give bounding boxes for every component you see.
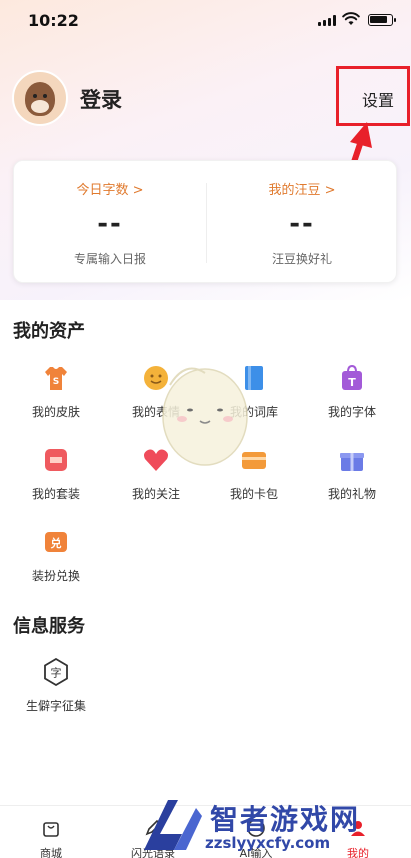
asset-item-font[interactable]: T 我的字体 <box>302 364 402 434</box>
services-section-title: 信息服务 <box>13 616 85 637</box>
mascot-illustration <box>162 367 248 466</box>
asset-item-skin[interactable]: S 我的皮肤 <box>6 364 106 434</box>
asset-item-suit[interactable]: 我的套装 <box>6 446 106 516</box>
service-label: 生僻字征集 <box>25 699 86 713</box>
battery-icon <box>368 14 396 26</box>
status-time: 10:22 <box>28 11 79 30</box>
status-bar: 10:22 <box>0 0 411 40</box>
svg-text:字: 字 <box>51 666 62 680</box>
stats-card: 今日字数 > -- 专属输入日报 我的汪豆 > -- 汪豆换好礼 <box>13 160 397 283</box>
asset-label: 装扮兑换 <box>31 569 80 583</box>
assets-section-title: 我的资产 <box>13 321 85 342</box>
wangdou-stat[interactable]: 我的汪豆 > -- 汪豆换好礼 <box>206 161 398 284</box>
asset-label: 我的皮肤 <box>31 405 80 419</box>
today-words-link[interactable]: 今日字数 > <box>14 179 206 198</box>
asset-label: 我的卡包 <box>229 487 278 501</box>
exchange-icon: 兑 <box>45 532 67 552</box>
tshirt-icon: S <box>45 367 67 390</box>
tab-label: 商城 <box>40 847 62 858</box>
today-words-value: -- <box>97 209 123 239</box>
shop-bag-icon <box>43 822 59 837</box>
suit-icon <box>45 449 67 471</box>
wangdou-value: -- <box>289 209 315 239</box>
watermark-url: zzslyyxcfy.com <box>205 834 331 852</box>
service-item-rare-char[interactable]: 字 生僻字征集 <box>6 658 106 728</box>
today-words-subtitle: 专属输入日报 <box>73 252 146 266</box>
asset-label: 我的字体 <box>327 405 376 419</box>
wangdou-link[interactable]: 我的汪豆 > <box>206 179 398 198</box>
gift-icon <box>340 453 364 471</box>
asset-label: 我的关注 <box>131 487 180 501</box>
svg-text:兑: 兑 <box>51 536 62 550</box>
rare-char-icon: 字 <box>44 658 68 686</box>
avatar[interactable] <box>12 70 68 126</box>
watermark-brand: 智者游戏网 <box>210 803 361 836</box>
svg-text:T: T <box>348 376 356 389</box>
asset-label: 我的礼物 <box>327 487 376 501</box>
wangdou-subtitle: 汪豆换好礼 <box>271 252 332 266</box>
svg-text:S: S <box>53 377 59 387</box>
login-button[interactable]: 登录 <box>80 84 122 114</box>
font-bag-icon: T <box>342 364 362 390</box>
watermark-logo-icon <box>144 800 202 850</box>
site-watermark: 智者游戏网 zzslyyxcfy.com <box>130 790 411 858</box>
today-words-stat[interactable]: 今日字数 > -- 专属输入日报 <box>14 161 206 284</box>
asset-label: 我的套装 <box>31 487 80 501</box>
highlight-box <box>336 66 410 126</box>
wifi-icon <box>342 12 360 25</box>
asset-item-gift[interactable]: 我的礼物 <box>302 446 402 516</box>
tab-shop[interactable]: 商城 <box>0 806 102 858</box>
cellular-signal-icon <box>318 15 336 26</box>
asset-item-exchange[interactable]: 兑 装扮兑换 <box>6 528 106 598</box>
